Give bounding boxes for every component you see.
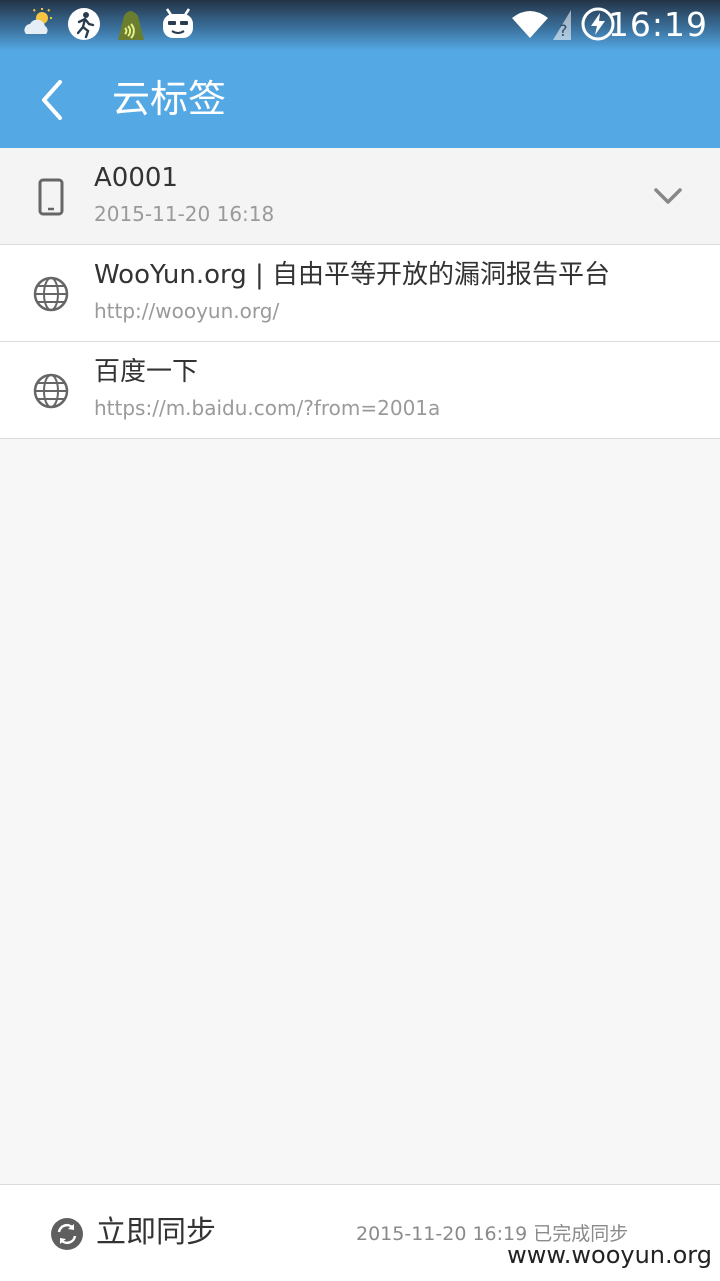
list-item[interactable]: WooYun.org | 自由平等开放的漏洞报告平台 http://wooyun… bbox=[0, 245, 720, 342]
phone-icon bbox=[38, 178, 64, 216]
bookmark-url: https://m.baidu.com/?from=2001a bbox=[94, 396, 441, 420]
watermark: www.wooyun.org bbox=[507, 1241, 712, 1269]
list-item[interactable]: 百度一下 https://m.baidu.com/?from=2001a bbox=[0, 342, 720, 439]
sim-unknown-icon: ? bbox=[553, 10, 571, 40]
notification-icon bbox=[118, 11, 144, 40]
wifi-icon bbox=[512, 11, 548, 38]
globe-icon bbox=[33, 373, 69, 409]
page-title: 云标签 bbox=[112, 77, 227, 121]
back-icon[interactable] bbox=[34, 76, 74, 124]
bottom-bar: 立即同步 2015-11-20 16:19 已完成同步 www.wooyun.o… bbox=[0, 1184, 720, 1281]
clock: 16:19 bbox=[607, 5, 708, 44]
device-name: A0001 bbox=[94, 163, 178, 193]
sync-now-button[interactable]: 立即同步 bbox=[96, 1213, 216, 1253]
sync-icon[interactable] bbox=[50, 1217, 84, 1251]
fitness-icon bbox=[68, 8, 100, 40]
robot-icon bbox=[163, 8, 193, 38]
svg-text:?: ? bbox=[559, 21, 568, 40]
bookmark-title: WooYun.org | 自由平等开放的漏洞报告平台 bbox=[94, 260, 611, 290]
action-bar: 云标签 bbox=[0, 50, 720, 148]
device-header-row[interactable]: A0001 2015-11-20 16:18 bbox=[0, 148, 720, 245]
status-bar: ? 16:19 bbox=[0, 0, 720, 50]
device-timestamp: 2015-11-20 16:18 bbox=[94, 202, 275, 226]
chevron-down-icon[interactable] bbox=[652, 184, 684, 208]
bookmark-url: http://wooyun.org/ bbox=[94, 299, 280, 323]
weather-icon bbox=[24, 8, 52, 34]
bookmark-title: 百度一下 bbox=[94, 357, 199, 387]
globe-icon bbox=[33, 276, 69, 312]
bookmark-list: A0001 2015-11-20 16:18 WooYun.org | 自由平等… bbox=[0, 148, 720, 439]
